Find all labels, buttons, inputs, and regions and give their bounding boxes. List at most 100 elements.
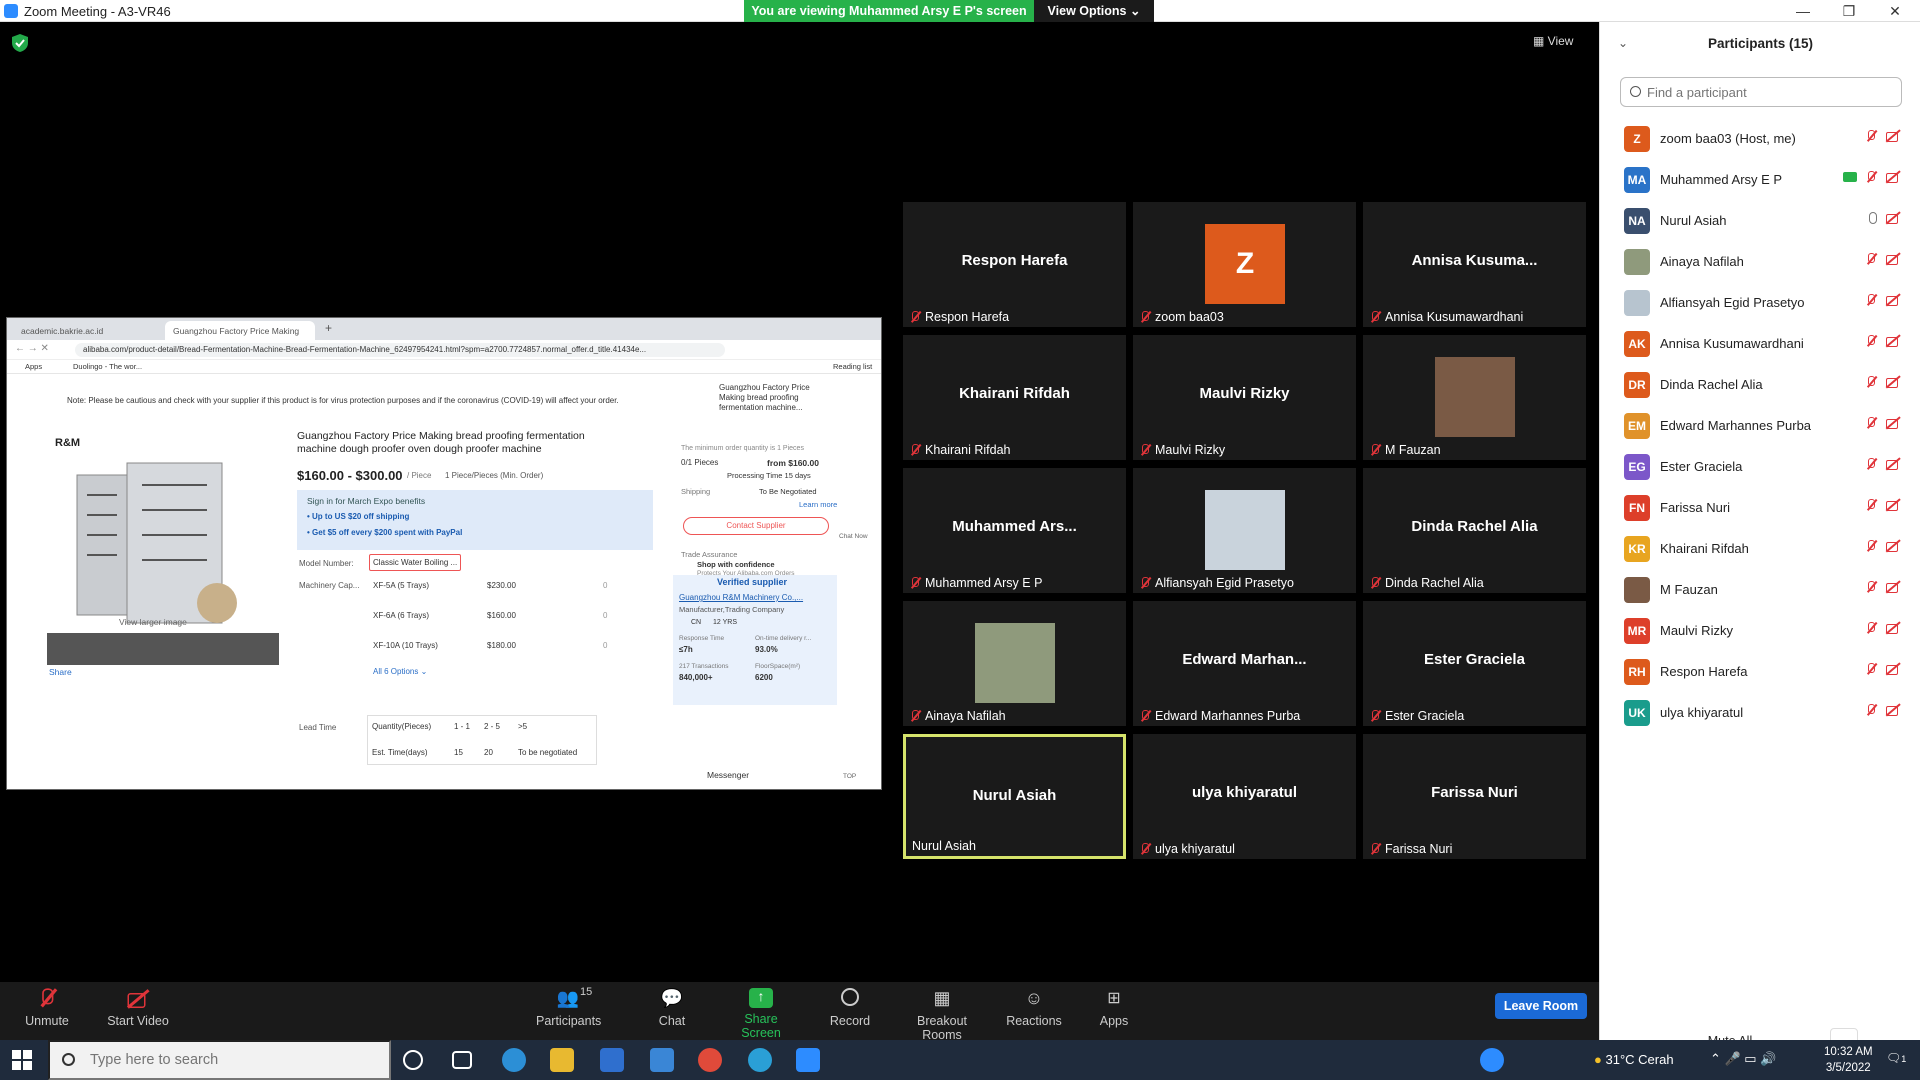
help-icon[interactable] [1480,1048,1504,1072]
encryption-shield-icon[interactable] [12,34,28,52]
chat-button[interactable]: 💬 Chat [652,988,692,1028]
taskbar-search-input[interactable] [48,1040,391,1080]
task-view-icon[interactable] [452,1051,472,1069]
product-title-2[interactable]: machine dough proofer oven dough proofer… [297,443,542,455]
video-tile[interactable]: Ester Graciela Ester Graciela [1363,601,1586,726]
new-tab-icon[interactable]: + [325,321,332,335]
all-options-link[interactable]: All 6 Options ⌄ [373,667,427,676]
shared-screen[interactable]: academic.bakrie.ac.id Guangzhou Factory … [6,317,882,790]
close-icon[interactable]: ✕ [1872,0,1918,22]
notifications-icon[interactable]: 🗨1 [1886,1051,1906,1065]
start-video-button[interactable]: Start Video [102,988,174,1028]
thumbnail-strip[interactable] [47,633,279,665]
video-tile[interactable]: Khairani Rifdah Khairani Rifdah [903,335,1126,460]
side-product-title[interactable]: Guangzhou Factory Price Making bread pro… [719,383,829,413]
participants-button[interactable]: 👥 15 Participants [536,986,601,1028]
product-image[interactable] [67,455,237,630]
zoom-taskbar-icon[interactable] [796,1048,820,1072]
reactions-button[interactable]: ☺ Reactions [1006,988,1062,1028]
store-icon[interactable] [600,1048,624,1072]
minimize-icon[interactable]: — [1780,0,1826,22]
weather-widget[interactable]: ● 31°C Cerah [1594,1052,1674,1067]
video-tile[interactable]: Annisa Kusuma... Annisa Kusumawardhani [1363,202,1586,327]
video-tile[interactable]: Zzoom baa03 [1133,202,1356,327]
participant-row[interactable]: M Fauzan [1600,569,1920,610]
record-button[interactable]: Record [828,988,872,1028]
video-tile[interactable]: Ainaya Nafilah [903,601,1126,726]
participant-row[interactable]: Ainaya Nafilah [1600,241,1920,282]
supplier-years: 12 YRS [713,619,737,626]
bookmark-duolingo[interactable]: Duolingo - The wor... [73,362,142,371]
tile-display-name: ulya khiyaratul [1191,784,1298,801]
breakout-rooms-button[interactable]: ▦ Breakout Rooms [896,988,988,1042]
video-tile[interactable]: Dinda Rachel Alia Dinda Rachel Alia [1363,468,1586,593]
address-bar[interactable]: alibaba.com/product-detail/Bread-Ferment… [75,343,725,357]
apps-button[interactable]: ⊞ Apps [1096,988,1132,1028]
learn-more-link[interactable]: Learn more [799,500,837,509]
video-tile[interactable]: Maulvi Rizky Maulvi Rizky [1133,335,1356,460]
benefits-banner[interactable]: Sign in for March Expo benefits • Up to … [297,490,653,550]
teamviewer-icon[interactable] [748,1048,772,1072]
restore-icon[interactable]: ❐ [1826,0,1872,22]
view-layout-button[interactable]: ▦ View [1533,34,1573,48]
chat-now-link[interactable]: Chat Now [839,533,868,540]
video-tile[interactable]: Edward Marhan... Edward Marhannes Purba [1133,601,1356,726]
avatar: MA [1624,167,1650,193]
video-tile[interactable]: Farissa Nuri Farissa Nuri [1363,734,1586,859]
tile-name-label: zoom baa03 [1139,310,1224,324]
windows-start-icon[interactable] [12,1050,32,1070]
video-tile[interactable]: ulya khiyaratul ulya khiyaratul [1133,734,1356,859]
model-select[interactable]: Classic Water Boiling ... [369,554,462,571]
file-explorer-icon[interactable] [550,1048,574,1072]
back-to-top[interactable]: TOP [843,773,856,780]
nav-arrows-icon[interactable]: ← → ✕ [15,343,49,354]
product-title-1[interactable]: Guangzhou Factory Price Making bread pro… [297,430,585,442]
option-qty[interactable]: 0 [603,581,607,590]
video-tile[interactable]: Alfiansyah Egid Prasetyo [1133,468,1356,593]
video-tile[interactable]: Nurul Asiah Nurul Asiah [903,734,1126,859]
system-tray-icons[interactable]: ⌃ 🎤 ▭ 🔊 [1710,1051,1776,1067]
share-link[interactable]: Share [49,667,72,677]
bookmark-apps[interactable]: Apps [25,362,42,371]
video-tile[interactable]: Muhammed Ars... Muhammed Arsy E P [903,468,1126,593]
contact-supplier-button[interactable]: Contact Supplier [683,517,829,535]
participant-row[interactable]: EM Edward Marhannes Purba [1600,405,1920,446]
messenger-button[interactable]: Messenger [707,770,749,780]
participant-row[interactable]: KR Khairani Rifdah [1600,528,1920,569]
option-name[interactable]: XF-6A (6 Trays) [373,611,429,620]
leave-room-button[interactable]: Leave Room [1495,993,1587,1019]
video-tile[interactable]: M Fauzan [1363,335,1586,460]
bookmark-reading-list[interactable]: Reading list [833,362,872,371]
unmute-button[interactable]: Unmute [22,988,72,1028]
video-off-icon [1885,499,1901,511]
participant-row[interactable]: UK ulya khiyaratul [1600,692,1920,733]
taskbar-clock[interactable]: 10:32 AM 3/5/2022 [1824,1044,1873,1076]
view-larger-link[interactable]: View larger image [119,617,187,627]
option-qty[interactable]: 0 [603,611,607,620]
video-tile[interactable]: Respon Harefa Respon Harefa [903,202,1126,327]
participant-row[interactable]: Alfiansyah Egid Prasetyo [1600,282,1920,323]
option-name[interactable]: XF-5A (5 Trays) [373,581,429,590]
find-participant-input[interactable] [1620,77,1902,107]
option-name[interactable]: XF-10A (10 Trays) [373,641,438,650]
view-options-button[interactable]: View Options ⌄ [1034,0,1154,22]
participant-row[interactable]: NA Nurul Asiah [1600,200,1920,241]
mail-icon[interactable] [650,1048,674,1072]
edge-icon[interactable] [502,1048,526,1072]
participant-row[interactable]: DR Dinda Rachel Alia [1600,364,1920,405]
participant-row[interactable]: EG Ester Graciela [1600,446,1920,487]
cortana-icon[interactable] [403,1050,423,1070]
browser-tab[interactable]: academic.bakrie.ac.id [13,321,163,340]
browser-tab-active[interactable]: Guangzhou Factory Price Making [165,321,315,340]
participant-row[interactable]: MR Maulvi Rizky [1600,610,1920,651]
chrome-icon[interactable] [698,1048,722,1072]
participant-row[interactable]: FN Farissa Nuri [1600,487,1920,528]
participant-row[interactable]: Zzoom baa03 (Host, me) [1600,118,1920,159]
supplier-name[interactable]: Guangzhou R&M Machinery Co.,... [679,593,803,602]
participant-row[interactable]: MA Muhammed Arsy E P [1600,159,1920,200]
participant-row[interactable]: RH Respon Harefa [1600,651,1920,692]
option-qty[interactable]: 0 [603,641,607,650]
share-screen-button[interactable]: ↑ Share Screen [724,988,798,1040]
verified-supplier-card[interactable]: Verified supplier Guangzhou R&M Machiner… [673,575,837,705]
participant-row[interactable]: AK Annisa Kusumawardhani [1600,323,1920,364]
